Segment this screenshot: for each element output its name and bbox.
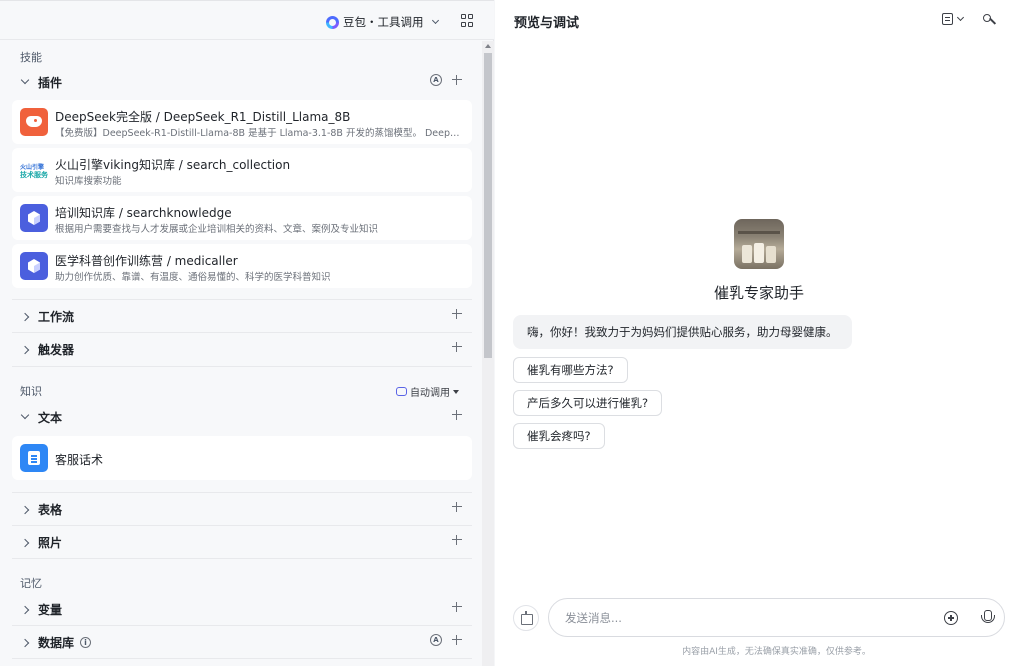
info-icon[interactable]: i — [80, 636, 92, 648]
auto-mode-icon[interactable]: A — [430, 74, 442, 86]
greeting-message: 嗨，你好！我致力于为妈妈们提供贴心服务，助力母婴健康。 — [513, 315, 852, 349]
database-label: 数据库 — [38, 635, 75, 650]
cube-icon — [20, 204, 48, 232]
plugin-card-training[interactable]: 培训知识库 / searchknowledge 根据用户需要查找与人才发展或企业… — [12, 196, 472, 240]
preview-title: 预览与调试 — [514, 16, 580, 31]
debug-settings-button[interactable] — [942, 13, 965, 25]
workflow-label: 工作流 — [38, 309, 75, 324]
plugin-title: 火山引擎viking知识库 / search_collection — [55, 158, 291, 172]
knowledge-card-text[interactable]: 客服话术 — [12, 436, 472, 480]
scroll-up-arrow-icon[interactable] — [485, 44, 491, 48]
chevron-right-icon — [21, 503, 35, 516]
clear-history-button[interactable] — [513, 605, 539, 631]
preview-panel: 预览与调试 催乳专家助手 嗨，你好！我致力于为妈妈们提供贴心服务，助力母婴健康。… — [495, 0, 1024, 666]
add-workflow-icon[interactable] — [452, 309, 462, 319]
suggested-question[interactable]: 催乳会疼吗? — [513, 423, 605, 449]
photo-label: 照片 — [38, 535, 63, 550]
add-text-knowledge-icon[interactable] — [452, 410, 462, 420]
ai-disclaimer: 内容由AI生成，无法确保真实准确，仅供参考。 — [682, 647, 871, 657]
volcengine-icon: 火山引擎 技术服务 — [20, 156, 48, 184]
photo-group-header[interactable]: 照片 — [12, 526, 472, 558]
divider — [12, 658, 472, 659]
plugins-label: 插件 — [38, 75, 63, 90]
add-plugin-icon[interactable] — [452, 75, 462, 85]
plugins-group-header[interactable]: 插件 A — [12, 66, 472, 98]
model-selector[interactable]: 豆包・工具调用 — [326, 13, 439, 31]
add-database-icon[interactable] — [452, 635, 462, 645]
chevron-down-icon — [956, 13, 965, 22]
suggested-question[interactable]: 产后多久可以进行催乳? — [513, 390, 663, 416]
auto-mode-icon[interactable]: A — [430, 634, 442, 646]
database-group-header[interactable]: 数据库 i A — [12, 626, 472, 658]
chevron-right-icon — [21, 343, 35, 356]
chevron-right-icon — [21, 603, 35, 616]
model-selector-label: 豆包・工具调用 — [343, 15, 424, 29]
divider — [12, 558, 472, 559]
volcengine-logo-subtext: 技术服务 — [20, 171, 48, 179]
add-variable-icon[interactable] — [452, 602, 462, 612]
document-settings-icon — [942, 13, 953, 25]
bot-name: 催乳专家助手 — [713, 284, 804, 302]
add-photo-icon[interactable] — [452, 535, 462, 545]
plugin-description: 【免费版】DeepSeek-R1-Distill-Llama-8B 是基于 Ll… — [55, 128, 460, 139]
divider — [12, 366, 472, 367]
chevron-right-icon — [21, 636, 35, 649]
workflow-group-header[interactable]: 工作流 — [12, 300, 472, 332]
bot-avatar — [734, 219, 784, 269]
plugin-title: 医学科普创作训练营 / medicaller — [55, 254, 238, 268]
plugin-title: DeepSeek完全版 / DeepSeek_R1_Distill_Llama_… — [55, 110, 351, 124]
auto-call-icon — [396, 387, 407, 396]
doubao-logo-icon — [326, 15, 339, 29]
chevron-right-icon — [21, 310, 35, 323]
chevron-right-icon — [21, 536, 35, 549]
text-group-header[interactable]: 文本 — [12, 401, 472, 433]
scrollbar-thumb[interactable] — [484, 53, 492, 358]
message-input-box — [548, 598, 1005, 637]
caret-down-icon — [453, 389, 459, 394]
scrollbar[interactable] — [482, 41, 494, 666]
plugin-description: 知识库搜索功能 — [55, 176, 122, 187]
document-icon — [20, 444, 48, 472]
knowledge-title: 客服话术 — [55, 453, 104, 467]
message-input[interactable] — [565, 608, 925, 628]
cube-icon — [20, 252, 48, 280]
skills-section-title: 技能 — [20, 51, 42, 64]
plugin-description: 根据用户需要查找与人才发展或企业培训相关的资料、文章、案例及专业知识 — [55, 224, 379, 235]
add-table-icon[interactable] — [452, 502, 462, 512]
plugin-description: 助力创作优质、靠谱、有温度、通俗易懂的、科学的医学科普知识 — [55, 272, 331, 283]
microphone-icon[interactable] — [980, 610, 995, 626]
auto-call-label: 自动调用 — [410, 388, 450, 399]
config-toolbar: 豆包・工具调用 — [0, 0, 494, 40]
suggested-question[interactable]: 催乳有哪些方法? — [513, 357, 628, 383]
plugin-card-deepseek[interactable]: DeepSeek完全版 / DeepSeek_R1_Distill_Llama_… — [12, 100, 472, 144]
key-icon[interactable] — [982, 13, 996, 27]
auto-call-dropdown[interactable]: 自动调用 — [396, 384, 459, 399]
memory-section-title: 记忆 — [20, 577, 42, 590]
variable-label: 变量 — [38, 602, 63, 617]
trigger-label: 触发器 — [38, 342, 75, 357]
table-label: 表格 — [38, 502, 63, 517]
variable-group-header[interactable]: 变量 — [12, 593, 472, 625]
chevron-down-icon — [21, 411, 35, 424]
trigger-group-header[interactable]: 触发器 — [12, 333, 472, 365]
config-scroll-area: 技能 插件 A DeepSeek完全版 / DeepSeek_R1_Distil… — [0, 41, 482, 666]
bot-config-panel: 豆包・工具调用 技能 插件 A DeepSeek完全版 / DeepSeek_R… — [0, 0, 494, 666]
add-attachment-icon[interactable] — [944, 611, 958, 625]
table-group-header[interactable]: 表格 — [12, 493, 472, 525]
layout-grid-icon[interactable] — [461, 14, 475, 28]
text-label: 文本 — [38, 410, 63, 425]
plugin-title: 培训知识库 / searchknowledge — [55, 206, 232, 220]
chevron-down-icon — [21, 76, 35, 89]
knowledge-section-title: 知识 — [20, 385, 42, 398]
chevron-down-icon — [431, 16, 439, 25]
plugin-card-viking[interactable]: 火山引擎 技术服务 火山引擎viking知识库 / search_collect… — [12, 148, 472, 192]
plugin-card-medical[interactable]: 医学科普创作训练营 / medicaller 助力创作优质、靠谱、有温度、通俗易… — [12, 244, 472, 288]
deepseek-icon — [20, 108, 48, 136]
add-trigger-icon[interactable] — [452, 342, 462, 352]
